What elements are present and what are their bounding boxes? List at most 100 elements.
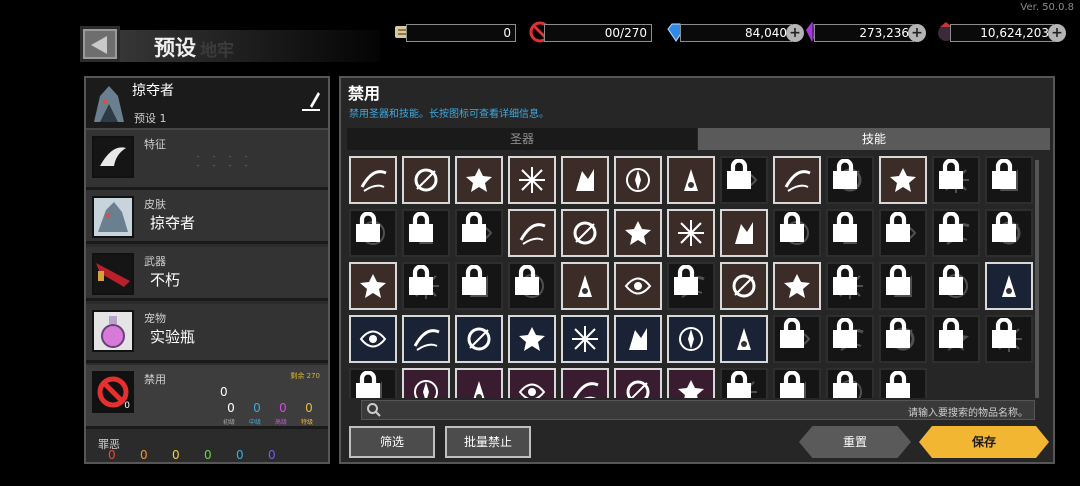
skill-cell[interactable]: [561, 262, 609, 310]
skill-cell[interactable]: [826, 209, 874, 257]
skill-cell[interactable]: [349, 156, 397, 204]
lock-icon: [833, 212, 857, 242]
weapon-slot[interactable]: 武器 不朽: [86, 247, 328, 301]
skill-cell[interactable]: [826, 156, 874, 204]
skill-cell[interactable]: [561, 315, 609, 363]
skill-cell[interactable]: [985, 156, 1033, 204]
ban-slot[interactable]: 0 禁用 剩余 270 0 0 0 0 0 初级 中级 高级 特级: [86, 365, 328, 429]
tier-label-mid: 中级: [248, 419, 261, 426]
skill-cell[interactable]: [879, 156, 927, 204]
crescent-icon: [473, 381, 485, 398]
skill-cell[interactable]: [614, 156, 662, 204]
search-bar[interactable]: 请输入要搜索的物品名称。: [361, 400, 1035, 420]
skill-cell[interactable]: [879, 209, 927, 257]
skill-cell[interactable]: [508, 368, 556, 398]
skill-cell[interactable]: [985, 262, 1033, 310]
add-orb-button[interactable]: +: [1048, 24, 1066, 42]
skill-cell[interactable]: [667, 262, 715, 310]
save-button[interactable]: 保存: [919, 426, 1049, 458]
skill-cell[interactable]: [932, 156, 980, 204]
skill-cell[interactable]: [985, 315, 1033, 363]
skill-cell[interactable]: [508, 209, 556, 257]
trait-slot[interactable]: 特征: [86, 130, 328, 190]
skill-cell[interactable]: [879, 368, 927, 398]
skill-cell[interactable]: [667, 156, 715, 204]
skill-cell[interactable]: [508, 156, 556, 204]
sword-swing-icon: [414, 168, 438, 192]
add-crystal-button[interactable]: +: [908, 24, 926, 42]
skill-cell[interactable]: [349, 209, 397, 257]
skill-cell[interactable]: [932, 262, 980, 310]
skill-cell[interactable]: [455, 368, 503, 398]
lock-icon: [886, 265, 910, 295]
skill-cell[interactable]: [773, 315, 821, 363]
skill-cell[interactable]: [614, 368, 662, 398]
grid-scrollbar[interactable]: [1035, 160, 1039, 398]
lock-icon: [780, 318, 804, 348]
whirl-blade-icon: [573, 221, 597, 245]
skill-cell[interactable]: [826, 315, 874, 363]
skill-cell[interactable]: [402, 368, 450, 398]
skill-cell[interactable]: [614, 315, 662, 363]
lock-icon: [727, 371, 751, 398]
skill-cell[interactable]: [826, 262, 874, 310]
skill-cell[interactable]: [402, 315, 450, 363]
skill-cell[interactable]: [720, 209, 768, 257]
skill-cell[interactable]: [773, 156, 821, 204]
skill-cell[interactable]: [720, 262, 768, 310]
skill-cell[interactable]: [879, 262, 927, 310]
skill-cell[interactable]: [561, 368, 609, 398]
skill-cell[interactable]: [561, 156, 609, 204]
skill-cell[interactable]: [720, 315, 768, 363]
reset-button[interactable]: 重置: [799, 426, 911, 458]
skill-cell[interactable]: [455, 209, 503, 257]
skill-cell[interactable]: [773, 262, 821, 310]
skill-cell[interactable]: [614, 262, 662, 310]
skill-cell[interactable]: [667, 315, 715, 363]
lock-icon: [674, 265, 698, 295]
lock-icon: [727, 159, 751, 189]
skill-cell[interactable]: [985, 209, 1033, 257]
skill-cell[interactable]: [455, 156, 503, 204]
ban-thumb: 0: [92, 371, 134, 413]
skill-cell[interactable]: [932, 315, 980, 363]
skill-cell[interactable]: [402, 209, 450, 257]
skill-cell[interactable]: [508, 315, 556, 363]
skill-cell[interactable]: [773, 368, 821, 398]
skill-cell[interactable]: [349, 315, 397, 363]
pet-slot[interactable]: 宠物 实验瓶: [86, 304, 328, 363]
skill-cell[interactable]: [614, 209, 662, 257]
tier-count-high: 0: [279, 401, 287, 415]
skill-cell[interactable]: [879, 315, 927, 363]
sin-counts: 0000000: [108, 448, 328, 462]
heartbeat-icon: [360, 274, 386, 298]
skill-cell[interactable]: [773, 209, 821, 257]
skill-cell[interactable]: [932, 209, 980, 257]
skill-cell[interactable]: [720, 368, 768, 398]
skill-cell[interactable]: [826, 368, 874, 398]
skill-cell[interactable]: [349, 368, 397, 398]
tab-skills[interactable]: 技能: [698, 128, 1050, 150]
edit-icon[interactable]: [300, 90, 322, 112]
splash-blast-icon: [359, 330, 387, 348]
skill-cell[interactable]: [561, 209, 609, 257]
skill-cell[interactable]: [508, 262, 556, 310]
filter-button[interactable]: 筛选: [349, 426, 435, 458]
skill-cell[interactable]: [667, 209, 715, 257]
skill-cell[interactable]: [402, 262, 450, 310]
back-button[interactable]: [80, 26, 120, 62]
skill-cell[interactable]: [455, 262, 503, 310]
tier-count-mid: 0: [253, 401, 261, 415]
loadout-panel: 掠夺者 预设 1 特征 皮肤 掠夺者 武器 不朽 宠物 实验瓶 0 禁用 剩余 …: [84, 76, 330, 464]
search-input[interactable]: 请输入要搜索的物品名称。: [908, 404, 1028, 419]
bulk-ban-button[interactable]: 批量禁止: [445, 426, 531, 458]
skill-cell[interactable]: [720, 156, 768, 204]
skill-cell[interactable]: [455, 315, 503, 363]
preset-header[interactable]: 掠夺者 预设 1: [86, 78, 328, 130]
skin-slot[interactable]: 皮肤 掠夺者: [86, 190, 328, 244]
lock-icon: [833, 159, 857, 189]
tab-artifacts[interactable]: 圣器: [347, 128, 697, 150]
skill-cell[interactable]: [402, 156, 450, 204]
skill-cell[interactable]: [349, 262, 397, 310]
skill-cell[interactable]: [667, 368, 715, 398]
